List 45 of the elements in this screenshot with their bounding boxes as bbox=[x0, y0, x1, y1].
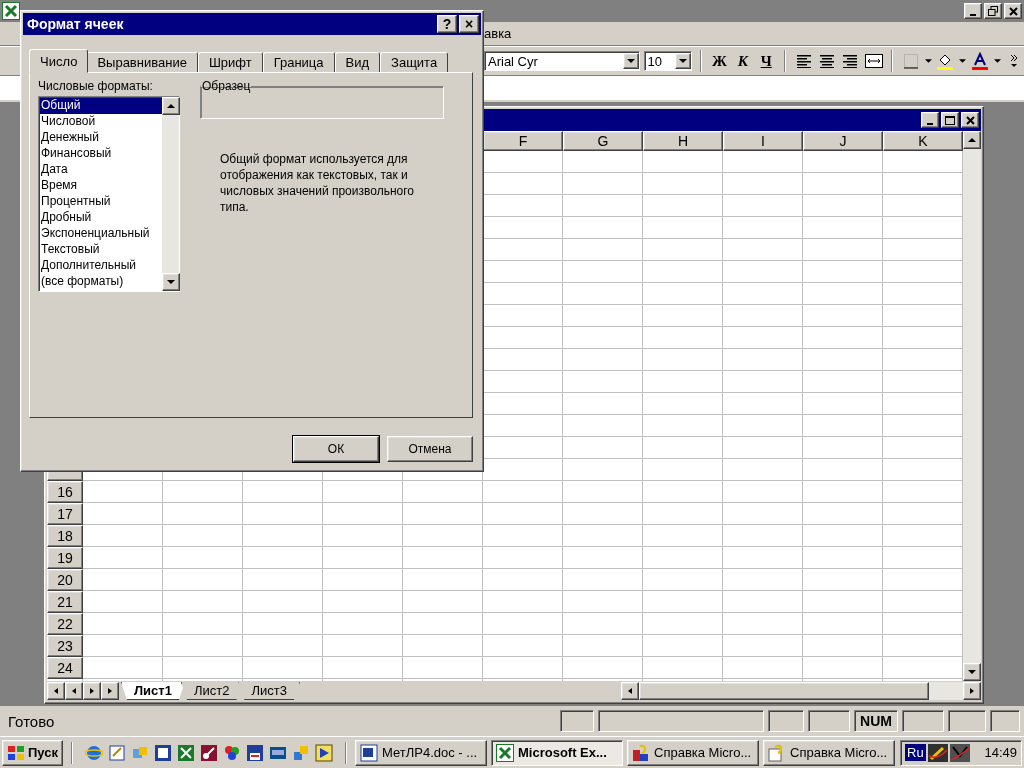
list-label: Числовые форматы: bbox=[38, 79, 154, 93]
dialog-tab[interactable]: Число bbox=[29, 49, 89, 73]
taskbar-button[interactable]: МетЛР4.doc - ... bbox=[355, 739, 487, 766]
dialog-tab[interactable]: Защита bbox=[380, 52, 449, 73]
column-header[interactable]: I bbox=[723, 131, 803, 151]
row-header[interactable]: 20 bbox=[47, 569, 83, 591]
language-indicator[interactable]: Ru bbox=[905, 744, 926, 761]
row-header[interactable]: 22 bbox=[47, 613, 83, 635]
dialog-button[interactable]: ОК bbox=[293, 436, 379, 462]
format-list[interactable]: Общий Числовой Денежный Финансовый Дата Время Процентный Дробный Экспоненциальный Текстовый Дополнительный (все форматы) bbox=[38, 96, 180, 292]
group-label: Образец bbox=[201, 79, 252, 93]
taskbar-button[interactable]: Справка Micro... bbox=[627, 739, 759, 766]
row-header[interactable]: 18 bbox=[47, 525, 83, 547]
column-header[interactable]: K bbox=[883, 131, 963, 151]
menu-item[interactable]: авка bbox=[480, 24, 516, 43]
row-header[interactable]: 21 bbox=[47, 591, 83, 613]
row-header[interactable]: 24 bbox=[47, 657, 83, 679]
status-indicator: NUM bbox=[854, 710, 898, 732]
format-description: Общий формат используется для отображения как текстовых, так и числовых значений произвольного типа. bbox=[220, 151, 415, 215]
sheet-tab[interactable]: Лист3 bbox=[238, 682, 300, 700]
font-combo[interactable]: Arial Cyr bbox=[484, 51, 640, 71]
column-header[interactable]: G bbox=[563, 131, 643, 151]
italic-button[interactable]: К bbox=[733, 50, 753, 72]
size-combo[interactable]: 10 bbox=[643, 51, 692, 71]
list-item[interactable]: Общий bbox=[40, 98, 162, 114]
status-text: Готово bbox=[8, 712, 55, 730]
row-header[interactable]: 23 bbox=[47, 635, 83, 657]
close-button[interactable]: × bbox=[459, 15, 479, 33]
column-header[interactable]: J bbox=[803, 131, 883, 151]
taskbar-button[interactable]: Microsoft Ex... bbox=[491, 739, 623, 766]
clock: 14:49 bbox=[984, 745, 1017, 760]
dialog-button[interactable]: Отмена bbox=[387, 436, 473, 462]
taskbar-button[interactable]: Справка Micro... bbox=[763, 739, 895, 766]
underline-button[interactable]: Ч bbox=[756, 50, 776, 72]
row-header[interactable]: 19 bbox=[47, 547, 83, 569]
help-button[interactable]: ? bbox=[437, 15, 457, 33]
row-header[interactable]: 16 bbox=[47, 481, 83, 503]
start-button[interactable]: Пуск bbox=[2, 739, 63, 766]
sheet-tab[interactable]: Лист1 bbox=[121, 682, 185, 700]
dialog-title: Формат ячеек bbox=[27, 16, 124, 32]
column-header[interactable]: H bbox=[643, 131, 723, 151]
row-header[interactable]: 17 bbox=[47, 503, 83, 525]
list-item[interactable]: Числовой bbox=[40, 114, 162, 130]
column-header[interactable]: F bbox=[483, 131, 563, 151]
bold-button[interactable]: Ж bbox=[709, 50, 730, 72]
